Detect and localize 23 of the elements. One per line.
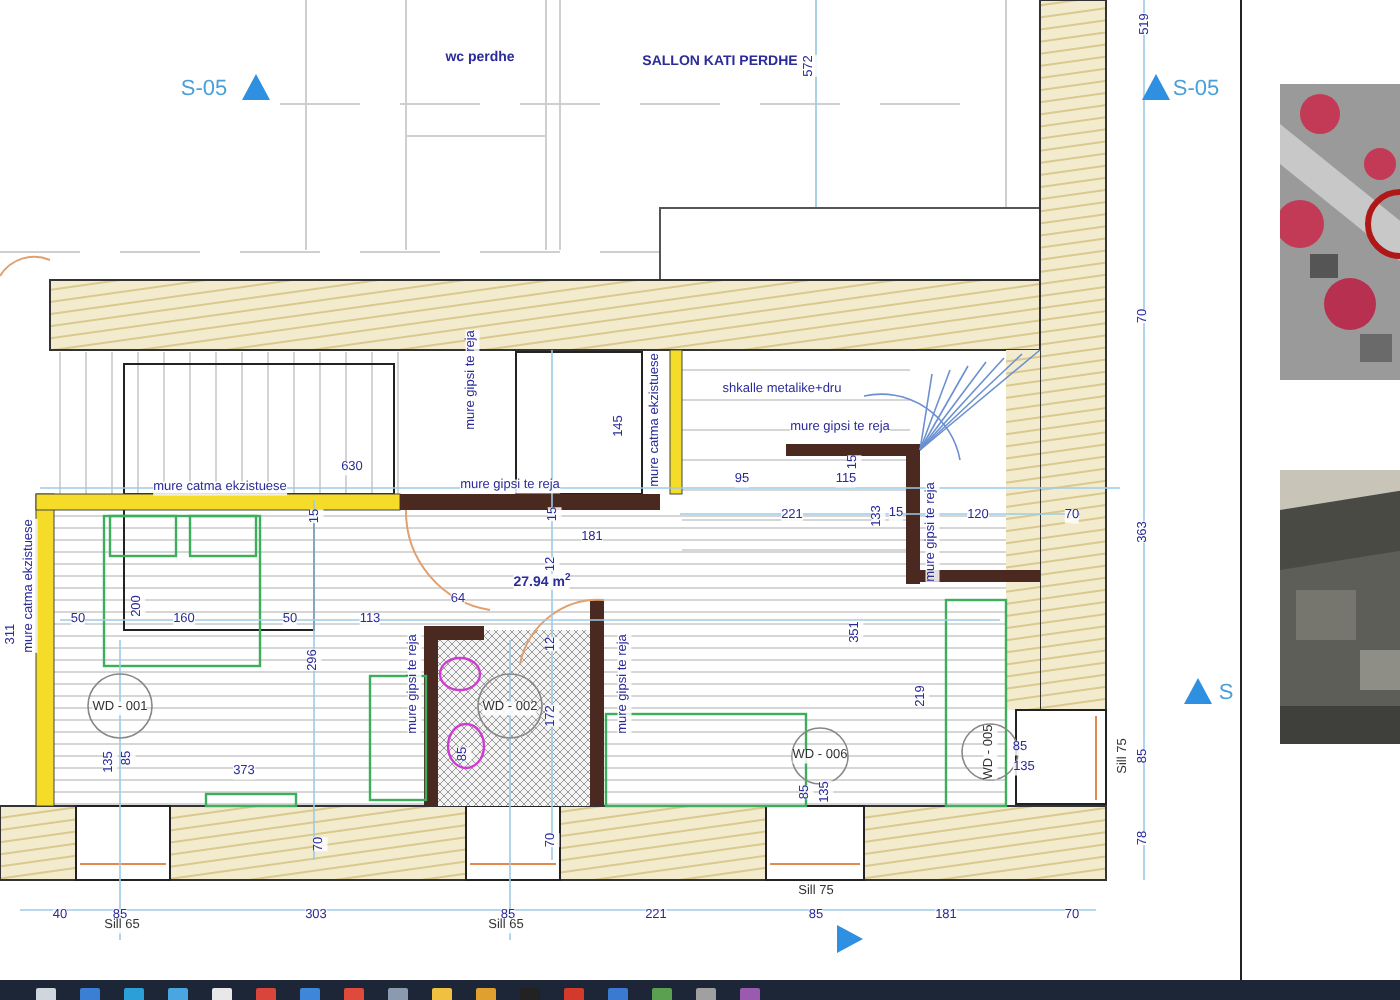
section-label: S-05 xyxy=(1172,79,1220,101)
taskbar-icon[interactable] xyxy=(168,988,188,1000)
taskbar-icon[interactable] xyxy=(212,988,232,1000)
taskbar-icon[interactable] xyxy=(608,988,628,1000)
taskbar-icon[interactable] xyxy=(344,988,364,1000)
section-marker-icon xyxy=(242,74,270,100)
section-marker-icon xyxy=(1142,74,1170,100)
taskbar-icon[interactable] xyxy=(740,988,760,1000)
taskbar-icon[interactable] xyxy=(300,988,320,1000)
taskbar-icon[interactable] xyxy=(36,988,56,1000)
section-label: S xyxy=(1218,683,1234,705)
taskbar-icon[interactable] xyxy=(80,988,100,1000)
taskbar-icon[interactable] xyxy=(124,988,144,1000)
taskbar-icon[interactable] xyxy=(652,988,672,1000)
section-marker-icon xyxy=(1184,678,1212,704)
section-marker-icon xyxy=(837,925,863,953)
taskbar-icon[interactable] xyxy=(564,988,584,1000)
taskbar-icon[interactable] xyxy=(476,988,496,1000)
taskbar-icon[interactable] xyxy=(256,988,276,1000)
taskbar-icon[interactable] xyxy=(696,988,716,1000)
taskbar-icon[interactable] xyxy=(388,988,408,1000)
section-label: S-05 xyxy=(180,79,228,101)
taskbar-icon[interactable] xyxy=(432,988,452,1000)
